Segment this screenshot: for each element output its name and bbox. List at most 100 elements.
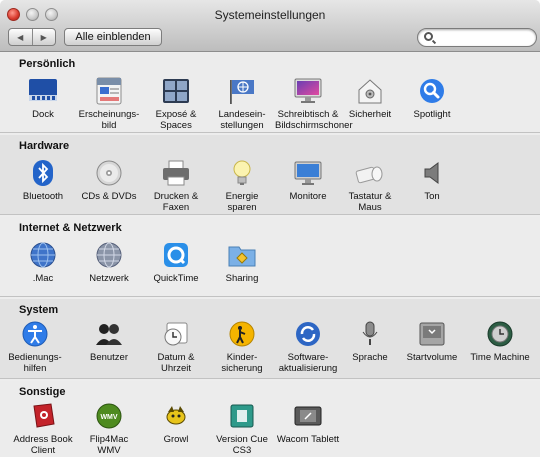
- pref-time-machine[interactable]: Time Machine: [467, 319, 533, 363]
- pref-sound[interactable]: Ton: [399, 158, 465, 202]
- pref-label: Exposé & Spaces: [155, 109, 197, 131]
- lightbulb-icon: [225, 158, 259, 188]
- pref-network[interactable]: Netzwerk: [76, 240, 142, 284]
- pref-label: Drucken & Faxen: [153, 191, 199, 213]
- flag-icon: [225, 76, 259, 106]
- pref-keyboard-mouse[interactable]: Tastatur & Maus: [337, 158, 403, 213]
- desktop-screensaver-icon: [291, 76, 325, 106]
- pref-appearance[interactable]: Erscheinungs- bild: [76, 76, 142, 131]
- window-title: Systemeinstellungen: [214, 8, 326, 22]
- svg-text:WMV: WMV: [100, 414, 117, 421]
- pref-growl[interactable]: Growl: [143, 401, 209, 445]
- sharing-folder-icon: [225, 240, 259, 270]
- users-icon: [92, 319, 126, 349]
- title-bar[interactable]: Systemeinstellungen ◀ ▶ Alle einblenden: [0, 0, 540, 52]
- pref-sharing[interactable]: Sharing: [209, 240, 275, 284]
- parental-controls-icon: [225, 319, 259, 349]
- pref-expose-spaces[interactable]: Exposé & Spaces: [143, 76, 209, 131]
- address-book-icon: [26, 401, 60, 431]
- accessibility-icon: [18, 319, 52, 349]
- pref-bluetooth[interactable]: Bluetooth: [10, 158, 76, 202]
- version-cue-icon: [225, 401, 259, 431]
- dock-icon: [26, 76, 60, 106]
- section-personal: Persönlich Dock Erscheinungs- bild Expos…: [0, 53, 540, 133]
- pref-speech[interactable]: Sprache: [337, 319, 403, 363]
- pref-label: Tastatur & Maus: [348, 191, 392, 213]
- network-globe-icon: [92, 240, 126, 270]
- back-button[interactable]: ◀: [9, 29, 33, 45]
- section-title: Persönlich: [19, 58, 76, 70]
- pref-label: Sicherheit: [348, 109, 392, 120]
- search-field[interactable]: [417, 28, 537, 47]
- quicktime-icon: [159, 240, 193, 270]
- software-update-icon: [291, 319, 325, 349]
- expose-spaces-icon: [159, 76, 193, 106]
- pref-security[interactable]: Sicherheit: [337, 76, 403, 120]
- display-icon: [291, 158, 325, 188]
- pref-label: Energie sparen: [225, 191, 259, 213]
- pref-label: Schreibtisch & Bildschirmschoner: [275, 109, 353, 131]
- section-hardware: Hardware Bluetooth CDs & DVDs Drucken & …: [0, 135, 540, 215]
- pref-label: Startvolume: [406, 352, 458, 363]
- bluetooth-icon: [26, 158, 60, 188]
- hard-drive-icon: [415, 319, 449, 349]
- pref-flip4mac[interactable]: WMV Flip4Mac WMV: [76, 401, 142, 456]
- pref-label: Wacom Tablett: [276, 434, 340, 445]
- pref-startup-disk[interactable]: Startvolume: [399, 319, 465, 363]
- disc-icon: [92, 158, 126, 188]
- pref-label: Time Machine: [470, 352, 530, 363]
- pref-label: Bedienungs- hilfen: [8, 352, 62, 374]
- show-all-button[interactable]: Alle einblenden: [64, 28, 162, 46]
- spotlight-icon: [415, 76, 449, 106]
- pref-spotlight[interactable]: Spotlight: [399, 76, 465, 120]
- pref-label: Netzwerk: [89, 273, 129, 284]
- section-title: Sonstige: [19, 386, 66, 398]
- pref-dock[interactable]: Dock: [10, 76, 76, 120]
- pref-label: Dock: [32, 109, 54, 120]
- pref-label: Spotlight: [413, 109, 451, 120]
- pref-label: Growl: [163, 434, 189, 445]
- appearance-icon: [92, 76, 126, 106]
- pref-international[interactable]: Landesein- stellungen: [209, 76, 275, 131]
- speaker-icon: [415, 158, 449, 188]
- pref-cds-dvds[interactable]: CDs & DVDs: [76, 158, 142, 202]
- forward-button[interactable]: ▶: [33, 29, 56, 45]
- search-input[interactable]: [436, 30, 532, 45]
- pref-label: Version Cue CS3: [216, 434, 268, 456]
- time-machine-icon: [483, 319, 517, 349]
- pref-displays[interactable]: Monitore: [275, 158, 341, 202]
- pref-accounts[interactable]: Benutzer: [76, 319, 142, 363]
- pref-print-fax[interactable]: Drucken & Faxen: [143, 158, 209, 213]
- pref-label: QuickTime: [153, 273, 199, 284]
- pref-version-cue[interactable]: Version Cue CS3: [209, 401, 275, 456]
- pref-label: Landesein- stellungen: [218, 109, 266, 131]
- pref-label: Benutzer: [89, 352, 129, 363]
- pref-label: .Mac: [32, 273, 54, 284]
- pref-date-time[interactable]: Datum & Uhrzeit: [143, 319, 209, 374]
- house-icon: [353, 76, 387, 106]
- pref-label: Datum & Uhrzeit: [157, 352, 195, 374]
- pref-label: Kinder- sicherung: [221, 352, 263, 374]
- pref-dotmac[interactable]: .Mac: [10, 240, 76, 284]
- pref-label: Monitore: [289, 191, 327, 202]
- pref-wacom-tablet[interactable]: Wacom Tablett: [275, 401, 341, 445]
- microphone-icon: [353, 319, 387, 349]
- printer-icon: [159, 158, 193, 188]
- pref-parental-controls[interactable]: Kinder- sicherung: [209, 319, 275, 374]
- pref-desktop-screensaver[interactable]: Schreibtisch & Bildschirmschoner: [275, 76, 353, 131]
- pref-label: Address Book Client: [13, 434, 73, 456]
- flip4mac-icon: WMV: [92, 401, 126, 431]
- pref-quicktime[interactable]: QuickTime: [143, 240, 209, 284]
- section-other: Sonstige Address Book Client WMV Flip4Ma…: [0, 381, 540, 457]
- pref-label: Software- aktualisierung: [278, 352, 338, 374]
- pref-label: Flip4Mac WMV: [89, 434, 129, 456]
- keyboard-mouse-icon: [353, 158, 387, 188]
- pref-software-update[interactable]: Software- aktualisierung: [275, 319, 341, 374]
- pref-energy-saver[interactable]: Energie sparen: [209, 158, 275, 213]
- pref-universal-access[interactable]: Bedienungs- hilfen: [2, 319, 68, 374]
- pref-label: Sharing: [225, 273, 259, 284]
- pref-label: Erscheinungs- bild: [78, 109, 140, 131]
- section-title: System: [19, 304, 59, 316]
- pref-label: Bluetooth: [22, 191, 64, 202]
- pref-address-book-client[interactable]: Address Book Client: [10, 401, 76, 456]
